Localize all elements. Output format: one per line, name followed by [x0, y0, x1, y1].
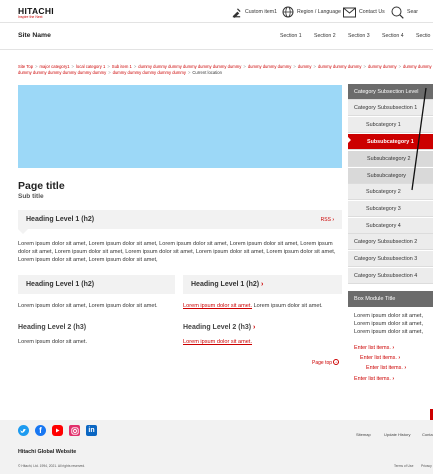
hero-image: [18, 85, 342, 168]
heading-h2-left-text: Heading Level 1 (h2): [26, 281, 95, 288]
heading-h2-right-text: Heading Level 1 (h2) ›: [191, 281, 263, 288]
copyright: © Hitachi, Ltd. 1994, 2021. All rights r…: [18, 464, 86, 468]
list-item[interactable]: Enter list items. ›: [354, 376, 394, 382]
breadcrumb-item[interactable]: Sub item 1: [112, 64, 132, 69]
active-marker: [348, 137, 351, 143]
breadcrumb-item[interactable]: dummy: [298, 64, 312, 69]
site-navigation-bar: Site Name Section 1 Section 2 Section 3 …: [0, 23, 433, 50]
chevron-right-icon: ›: [392, 376, 395, 382]
twitter-icon[interactable]: [18, 425, 29, 436]
page-top-label: Page top: [312, 360, 333, 366]
search-label: Sear: [407, 9, 418, 15]
rss-link[interactable]: RSS ›: [321, 217, 334, 223]
list-item[interactable]: Enter list items. ›: [360, 355, 400, 361]
custom-item-link[interactable]: Custom item1: [231, 6, 277, 18]
chevron-right-icon: ›: [404, 365, 407, 371]
list-item-label: Enter list items.: [366, 365, 403, 371]
breadcrumb-item[interactable]: dummy dummy dummy dummy dummy: [113, 70, 186, 75]
rss-label: RSS: [320, 217, 331, 223]
sub-title: Sub title: [18, 193, 44, 200]
nav-section-4[interactable]: Section 4: [382, 33, 404, 39]
facebook-icon[interactable]: f: [35, 425, 46, 436]
breadcrumb-item[interactable]: dummy dummy: [368, 64, 397, 69]
list-item-label: Enter list items.: [360, 355, 397, 361]
chevron-right-icon: ›: [332, 217, 334, 223]
hitachi-logo[interactable]: HITACHI Inspire the Next: [18, 7, 54, 19]
breadcrumb-item[interactable]: dummy dummy dummy dummy dummy dummy dumm…: [138, 64, 241, 69]
heading-h2-right-label: Heading Level 1 (h2): [191, 281, 260, 288]
arrow-up-circle-icon: ^: [333, 359, 340, 365]
mail-icon: [343, 7, 356, 17]
nav-section-5[interactable]: Sectio: [416, 33, 430, 39]
social-links: f in: [18, 425, 97, 436]
breadcrumb: Site Top > major category1 > local category …: [18, 64, 432, 76]
custom-item-label: Custom item1: [245, 9, 277, 15]
inline-link[interactable]: Lorem ipsum dolor sit amet.: [183, 339, 252, 345]
annotation-line: [348, 87, 427, 191]
list-item-label: Enter list items.: [354, 345, 391, 351]
breadcrumb-item[interactable]: dummy dummy dummy: [248, 64, 292, 69]
top-header: HITACHI Inspire the Next Custom item1 Re…: [0, 0, 433, 23]
heading-h3-right-label: Heading Level 2 (h3): [183, 324, 252, 331]
heading-h3-left: Heading Level 2 (h3): [18, 324, 87, 331]
nav-section-3[interactable]: Section 3: [348, 33, 370, 39]
contact-us-label: Contact Us: [359, 9, 385, 15]
heading-notch: [18, 229, 28, 234]
breadcrumb-item[interactable]: major category1: [40, 64, 70, 69]
right-paragraph-text: Lorem ipsum dolor sit amet.: [252, 303, 323, 309]
footer-link-contact[interactable]: Conta: [422, 432, 433, 437]
search-icon: [391, 6, 404, 19]
chevron-right-icon: ›: [398, 355, 401, 361]
body-paragraph: Lorem ipsum dolor sit amet, Lorem ipsum …: [18, 241, 336, 263]
linkedin-icon[interactable]: in: [86, 425, 97, 436]
search-link[interactable]: Sear: [391, 6, 418, 19]
list-item[interactable]: Enter list items. ›: [354, 345, 394, 351]
nav-section-1[interactable]: Section 1: [280, 33, 302, 39]
footer-terms-link[interactable]: Terms of Use: [394, 464, 413, 468]
heading-h2-text: Heading Level 1 (h2): [26, 216, 95, 223]
footer-link-update-history[interactable]: Update History: [384, 432, 410, 437]
list-item[interactable]: Enter list items. ›: [366, 365, 406, 371]
list-item-label: Enter list items.: [354, 376, 391, 382]
inline-link[interactable]: Lorem ipsum dolor sit amet.: [183, 303, 252, 309]
youtube-icon[interactable]: [52, 425, 63, 436]
heading-h2-left: Heading Level 1 (h2): [18, 275, 175, 294]
left-short-paragraph: Lorem ipsum dolor sit amet.: [18, 339, 88, 345]
custom-item-icon: [232, 7, 241, 18]
left-paragraph: Lorem ipsum dolor sit amet, Lorem ipsum …: [18, 303, 158, 309]
chevron-right-icon: ›: [253, 324, 256, 331]
chevron-right-icon: ›: [392, 345, 395, 351]
region-language-label: Region / Language: [297, 9, 341, 15]
breadcrumb-current: Current location: [192, 70, 222, 76]
site-name[interactable]: Site Name: [18, 32, 51, 39]
breadcrumb-item[interactable]: dummy dummy dummy: [318, 64, 362, 69]
heading-h2-rss: Heading Level 1 (h2) RSS ›: [18, 210, 342, 229]
nav-section-2[interactable]: Section 2: [314, 33, 336, 39]
box-module-title: Box Module Title: [348, 291, 433, 307]
chevron-right-icon: ›: [261, 281, 264, 288]
global-website-title[interactable]: Hitachi Global Website: [18, 449, 76, 455]
heading-h3-right[interactable]: Heading Level 2 (h3) ›: [183, 324, 255, 331]
instagram-icon[interactable]: [69, 425, 80, 436]
right-short-link-wrap: Lorem ipsum dolor sit amet.: [183, 338, 341, 346]
globe-icon: [282, 6, 294, 18]
breadcrumb-item[interactable]: local category 1: [76, 64, 105, 69]
breadcrumb-item[interactable]: Site Top: [18, 64, 33, 69]
box-module-text: Lorem ipsum dolor sit amet, Lorem ipsum …: [354, 313, 424, 335]
heading-h2-right[interactable]: Heading Level 1 (h2) ›: [183, 275, 342, 294]
page-title: Page title: [18, 180, 65, 192]
logo-wordmark: HITACHI: [18, 6, 54, 16]
page-top-link[interactable]: Page top ^: [312, 359, 340, 366]
footer-link-sitemap[interactable]: Sitemap: [356, 432, 371, 437]
footer-privacy-link[interactable]: Privacy: [421, 464, 432, 468]
region-language-link[interactable]: Region / Language: [282, 6, 341, 18]
right-paragraph: Lorem ipsum dolor sit amet. Lorem ipsum …: [183, 302, 341, 310]
contact-us-link[interactable]: Contact Us: [343, 6, 385, 18]
